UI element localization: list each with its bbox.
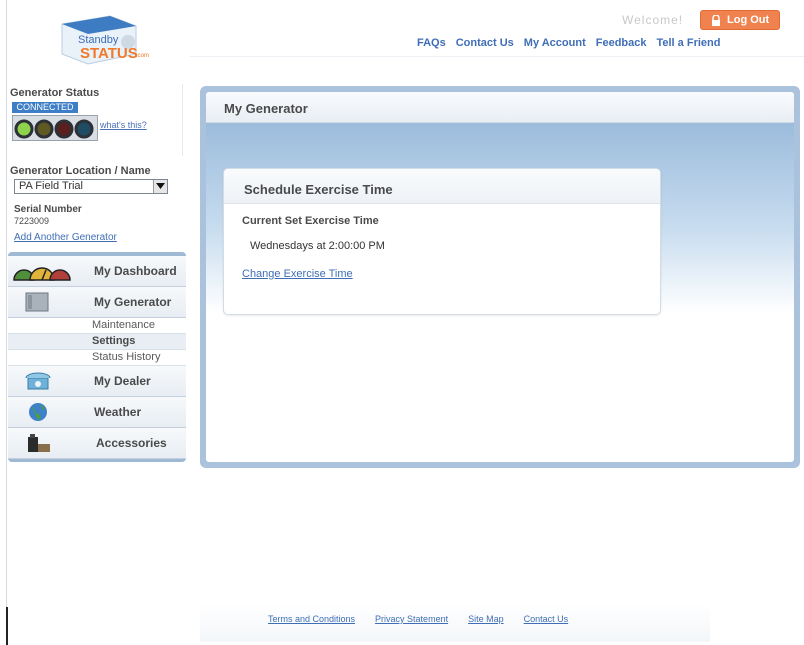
phone-icon xyxy=(22,370,62,392)
generator-status-title: Generator Status xyxy=(10,87,100,99)
sidebar-subitem-settings[interactable]: Settings xyxy=(8,334,186,350)
change-exercise-time-link[interactable]: Change Exercise Time xyxy=(242,268,353,280)
logo-text-suffix: .com xyxy=(136,53,150,59)
serial-number-value: 7223009 xyxy=(14,216,50,226)
sidebar-subitem-label: Settings xyxy=(92,335,136,347)
page-title: My Generator xyxy=(224,101,308,116)
footer-links: Terms and Conditions Privacy Statement Sit… xyxy=(268,614,588,624)
nav-tell-a-friend-link[interactable]: Tell a Friend xyxy=(656,37,720,49)
status-light-yellow xyxy=(34,119,54,139)
nav-my-account-link[interactable]: My Account xyxy=(524,37,586,49)
sidebar-item-label: Weather xyxy=(94,405,142,419)
main-panel-content: My Generator Schedule Exercise Time Curr… xyxy=(206,92,794,462)
left-border-dark xyxy=(6,607,8,645)
generator-icon xyxy=(22,291,62,313)
main-panel: My Generator Schedule Exercise Time Curr… xyxy=(200,86,800,468)
status-light-red xyxy=(54,119,74,139)
sidebar-item-label: My Dashboard xyxy=(94,264,177,278)
footer-privacy-link[interactable]: Privacy Statement xyxy=(375,614,448,624)
sidebar-item-label: My Generator xyxy=(94,295,172,309)
top-nav: FAQs Contact Us My Account Feedback Tell a F… xyxy=(417,37,730,49)
nav-contact-us-link[interactable]: Contact Us xyxy=(456,37,514,49)
oil-can-icon xyxy=(22,432,62,454)
footer-terms-link[interactable]: Terms and Conditions xyxy=(268,614,355,624)
whats-this-link[interactable]: what's this? xyxy=(100,120,147,130)
sidebar-item-my-dealer[interactable]: My Dealer xyxy=(8,366,186,397)
sidebar-item-label: Accessories xyxy=(96,436,167,450)
logo-text-main: STATUS xyxy=(80,45,138,62)
logout-label: Log Out xyxy=(727,14,770,26)
main-panel-header: My Generator xyxy=(206,92,794,123)
status-light-blue xyxy=(74,119,94,139)
footer-sitemap-link[interactable]: Site Map xyxy=(468,614,504,624)
sidebar-item-label: My Dealer xyxy=(94,374,151,388)
card-header: Schedule Exercise Time xyxy=(224,169,660,204)
sidebar-item-weather[interactable]: Weather xyxy=(8,397,186,428)
standby-status-logo[interactable]: Standby STATUS .com xyxy=(58,14,158,66)
status-light-green xyxy=(14,119,34,139)
generator-status-panel: Generator Status CONNECTED what's this? xyxy=(8,84,183,156)
generator-location-value: PA Field Trial xyxy=(19,180,83,192)
gauges-icon xyxy=(13,260,71,282)
current-exercise-time-label: Current Set Exercise Time xyxy=(242,215,379,227)
sidebar-subitem-label: Status History xyxy=(92,351,161,363)
sidebar-item-my-generator[interactable]: My Generator xyxy=(8,287,186,318)
generator-location-select[interactable]: PA Field Trial xyxy=(14,179,168,194)
sidebar-subitem-status-history[interactable]: Status History xyxy=(8,350,186,366)
card-title: Schedule Exercise Time xyxy=(244,182,393,197)
sidebar-nav: My Dashboard My Generator Maintenance Se… xyxy=(8,252,186,462)
sidebar-item-accessories[interactable]: Accessories xyxy=(8,428,186,459)
chevron-down-icon[interactable] xyxy=(153,180,167,193)
header-divider xyxy=(190,56,804,57)
globe-icon xyxy=(22,401,62,423)
nav-feedback-link[interactable]: Feedback xyxy=(596,37,647,49)
current-exercise-time-value: Wednesdays at 2:00:00 PM xyxy=(250,240,385,252)
sidebar-subitem-maintenance[interactable]: Maintenance xyxy=(8,318,186,334)
logout-button[interactable]: Log Out xyxy=(700,10,780,30)
connected-badge: CONNECTED xyxy=(12,102,78,113)
add-generator-link[interactable]: Add Another Generator xyxy=(14,232,117,243)
footer-contact-link[interactable]: Contact Us xyxy=(524,614,569,624)
schedule-exercise-card: Schedule Exercise Time Current Set Exerc… xyxy=(223,168,661,315)
left-border xyxy=(6,0,7,645)
sidebar-item-my-dashboard[interactable]: My Dashboard xyxy=(8,256,186,287)
lock-icon xyxy=(711,14,721,26)
welcome-text: Welcome! xyxy=(622,13,684,27)
nav-faqs-link[interactable]: FAQs xyxy=(417,37,446,49)
sidebar-subitem-label: Maintenance xyxy=(92,319,155,331)
generator-location-title: Generator Location / Name xyxy=(10,165,151,177)
serial-number-label: Serial Number xyxy=(14,204,82,215)
status-lights xyxy=(12,115,98,141)
